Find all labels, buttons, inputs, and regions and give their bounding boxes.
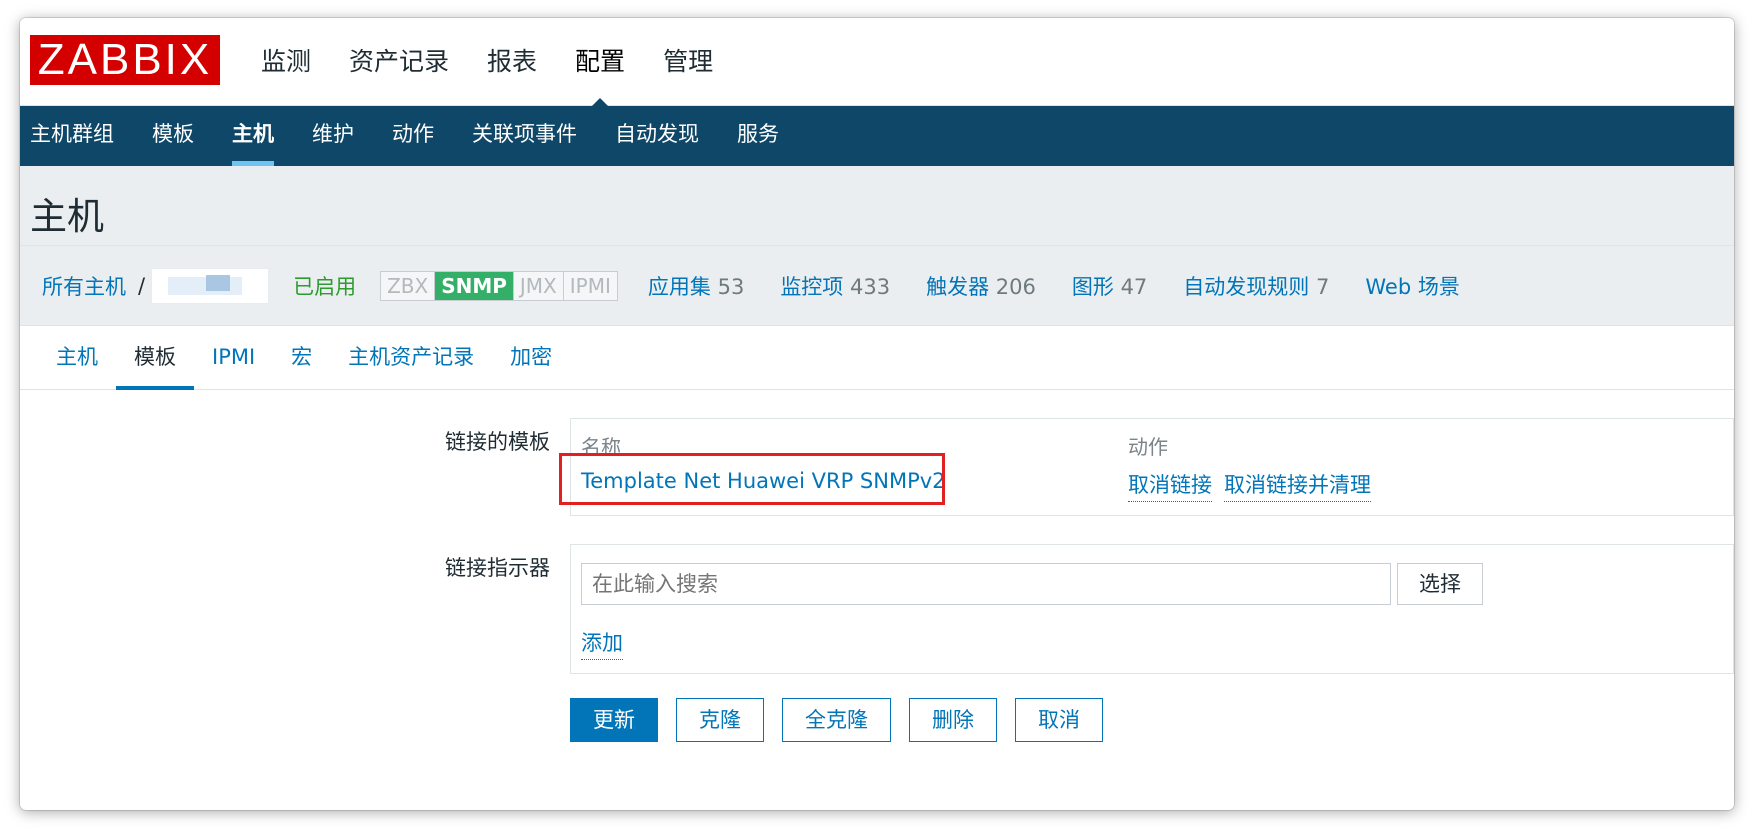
- templates-form: 链接的模板 名称 动作 Template Net Huawei VRP SNMP…: [20, 390, 1734, 790]
- tab-inventory[interactable]: 主机资产记录: [330, 326, 492, 389]
- all-hosts-link[interactable]: 所有主机: [42, 271, 126, 301]
- unlink-clear-button[interactable]: 取消链接并清理: [1224, 469, 1371, 502]
- zabbix-logo[interactable]: ZABBIX: [30, 35, 220, 85]
- availability-zbx: ZBX: [381, 271, 436, 300]
- breadcrumb-separator: /: [138, 273, 146, 298]
- linked-templates-panel: 名称 动作 Template Net Huawei VRP SNMPv2 取消链…: [559, 418, 1734, 516]
- sub-nav: 主机群组 模板 主机 维护 动作 关联项事件 自动发现 服务: [20, 106, 1734, 166]
- clone-button[interactable]: 克隆: [676, 698, 764, 742]
- cancel-button[interactable]: 取消: [1015, 698, 1103, 742]
- page-title: 主机: [30, 195, 104, 238]
- web-scenarios-link[interactable]: Web 场景: [1365, 271, 1459, 301]
- top-header: ZABBIX 监测 资产记录 报表 配置 管理: [20, 18, 1734, 107]
- app-window: ZABBIX 监测 资产记录 报表 配置 管理 主机群组 模板 主机 维护 动作…: [20, 18, 1734, 810]
- nav-reports[interactable]: 报表: [468, 18, 556, 106]
- template-search-input[interactable]: [581, 563, 1391, 605]
- link-indicator-label: 链接指示器: [445, 556, 550, 580]
- subnav-templates[interactable]: 模板: [133, 106, 213, 166]
- nav-administration[interactable]: 管理: [644, 18, 732, 106]
- availability-jmx: JMX: [513, 271, 564, 300]
- availability-ipmi: IPMI: [563, 271, 617, 300]
- host-status[interactable]: 已启用: [293, 271, 356, 301]
- full-clone-button[interactable]: 全克隆: [782, 698, 891, 742]
- subnav-actions[interactable]: 动作: [373, 106, 453, 166]
- nav-configuration[interactable]: 配置: [556, 18, 644, 107]
- applications-link[interactable]: 应用集 53: [648, 271, 744, 301]
- triggers-link[interactable]: 触发器 206: [926, 271, 1036, 301]
- subnav-discovery[interactable]: 自动发现: [596, 106, 718, 166]
- redacted-block: [206, 274, 231, 291]
- host-tabs: 主机 模板 IPMI 宏 主机资产记录 加密: [20, 326, 1734, 390]
- tab-templates[interactable]: 模板: [116, 326, 194, 390]
- nav-monitoring[interactable]: 监测: [242, 18, 330, 106]
- update-button[interactable]: 更新: [570, 698, 658, 742]
- subnav-event-correlation[interactable]: 关联项事件: [453, 106, 596, 166]
- availability-indicators: ZBX SNMP JMX IPMI: [380, 270, 618, 301]
- page-header: 主机: [20, 166, 1734, 246]
- tab-macros[interactable]: 宏: [273, 326, 330, 389]
- availability-snmp: SNMP: [435, 271, 514, 300]
- tab-ipmi[interactable]: IPMI: [194, 326, 273, 389]
- link-indicator-panel: 选择 添加: [570, 544, 1734, 674]
- subnav-host-groups[interactable]: 主机群组: [30, 106, 133, 166]
- delete-button[interactable]: 删除: [909, 698, 997, 742]
- unlink-button[interactable]: 取消链接: [1128, 469, 1212, 502]
- nav-inventory[interactable]: 资产记录: [330, 18, 468, 106]
- items-link[interactable]: 监控项 433: [780, 271, 890, 301]
- subnav-hosts[interactable]: 主机: [213, 106, 293, 166]
- discovery-rules-link[interactable]: 自动发现规则 7: [1183, 271, 1329, 301]
- highlight-annotation: [559, 453, 945, 505]
- add-link[interactable]: 添加: [581, 627, 623, 660]
- redacted-block: [168, 276, 243, 295]
- subnav-maintenance[interactable]: 维护: [293, 106, 373, 166]
- column-header-action: 动作: [1128, 435, 1168, 459]
- linked-templates-label: 链接的模板: [445, 430, 550, 454]
- subnav-services[interactable]: 服务: [718, 106, 798, 166]
- graphs-link[interactable]: 图形 47: [1072, 271, 1147, 301]
- tab-encryption[interactable]: 加密: [492, 326, 570, 389]
- host-breadcrumb: 所有主机 / 已启用 ZBX SNMP JMX IPMI 应用集 53 监控项 …: [20, 246, 1734, 326]
- main-nav: 监测 资产记录 报表 配置 管理: [242, 18, 732, 107]
- host-name-redacted[interactable]: [151, 267, 270, 304]
- tab-host[interactable]: 主机: [38, 326, 116, 389]
- select-button[interactable]: 选择: [1397, 563, 1483, 605]
- form-actions: 更新 克隆 全克隆 删除 取消: [570, 698, 1103, 742]
